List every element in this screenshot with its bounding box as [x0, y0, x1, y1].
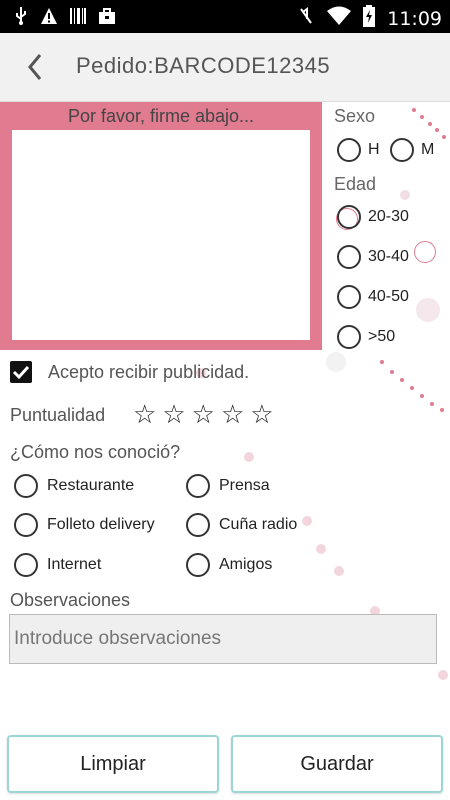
conocio-option-internet: Internet: [47, 556, 102, 573]
edad-radio-over-50[interactable]: [337, 325, 361, 349]
edad-option-40-50: 40-50: [368, 288, 409, 305]
edad-option-over-50: >50: [368, 328, 396, 345]
conocio-radio-amigos[interactable]: [186, 553, 210, 577]
conocio-option-prensa: Prensa: [219, 477, 270, 494]
battery-icon: [363, 5, 376, 32]
conocio-radio-folleto[interactable]: [14, 513, 38, 537]
star-icon[interactable]: ☆: [192, 401, 215, 427]
edad-radio-30-40[interactable]: [337, 245, 361, 269]
conocio-option-folleto: Folleto delivery: [47, 516, 155, 533]
observaciones-input[interactable]: [9, 614, 437, 664]
star-icon[interactable]: ☆: [133, 401, 156, 427]
usb-icon: [14, 7, 28, 29]
clear-button[interactable]: Limpiar: [7, 735, 219, 793]
edad-radio-20-30[interactable]: [337, 205, 361, 229]
app-bar: Pedido:BARCODE12345: [0, 33, 450, 102]
edad-label: Edad: [334, 174, 377, 194]
mute-icon: [297, 6, 315, 31]
warning-icon: [40, 7, 58, 29]
conocio-option-radio: Cuña radio: [219, 516, 298, 533]
conocio-option-amigos: Amigos: [219, 556, 273, 573]
sexo-option-h: H: [368, 141, 380, 158]
wifi-icon: [327, 6, 352, 31]
sexo-radio-h[interactable]: [337, 138, 361, 162]
star-icon[interactable]: ☆: [221, 401, 244, 427]
sexo-radio-m[interactable]: [390, 138, 414, 162]
page-title: Pedido:BARCODE12345: [76, 53, 331, 78]
conocio-radio-restaurante[interactable]: [14, 474, 38, 498]
edad-option-20-30: 20-30: [368, 208, 409, 225]
conocio-option-restaurante: Restaurante: [47, 477, 135, 494]
star-icon[interactable]: ☆: [162, 401, 185, 427]
edad-radio-40-50[interactable]: [337, 285, 361, 309]
sexo-label: Sexo: [334, 106, 376, 126]
conocio-radio-internet[interactable]: [14, 553, 38, 577]
signature-pad[interactable]: [12, 130, 310, 340]
publicidad-label: Acepto recibir publicidad.: [48, 362, 250, 382]
briefcase-icon: [98, 7, 116, 29]
publicidad-checkbox[interactable]: [10, 361, 32, 383]
edad-option-30-40: 30-40: [368, 248, 409, 265]
checkmark-icon: [12, 365, 30, 380]
save-button[interactable]: Guardar: [231, 735, 443, 793]
clock: 11:09: [387, 7, 442, 30]
sexo-option-m: M: [421, 141, 435, 158]
puntualidad-rating: ☆ ☆ ☆ ☆ ☆: [133, 401, 274, 427]
observaciones-label: Observaciones: [10, 590, 131, 610]
puntualidad-label: Puntualidad: [10, 405, 106, 425]
status-bar: 11:09: [0, 0, 450, 33]
conocio-label: ¿Cómo nos conoció?: [10, 442, 181, 462]
signature-prompt: Por favor, firme abajo...: [67, 106, 255, 126]
barcode-icon: [70, 7, 86, 29]
conocio-radio-radio[interactable]: [186, 513, 210, 537]
signature-panel: Por favor, firme abajo...: [0, 102, 322, 350]
chevron-left-icon[interactable]: [22, 51, 50, 83]
star-icon[interactable]: ☆: [250, 401, 273, 427]
conocio-radio-prensa[interactable]: [186, 474, 210, 498]
